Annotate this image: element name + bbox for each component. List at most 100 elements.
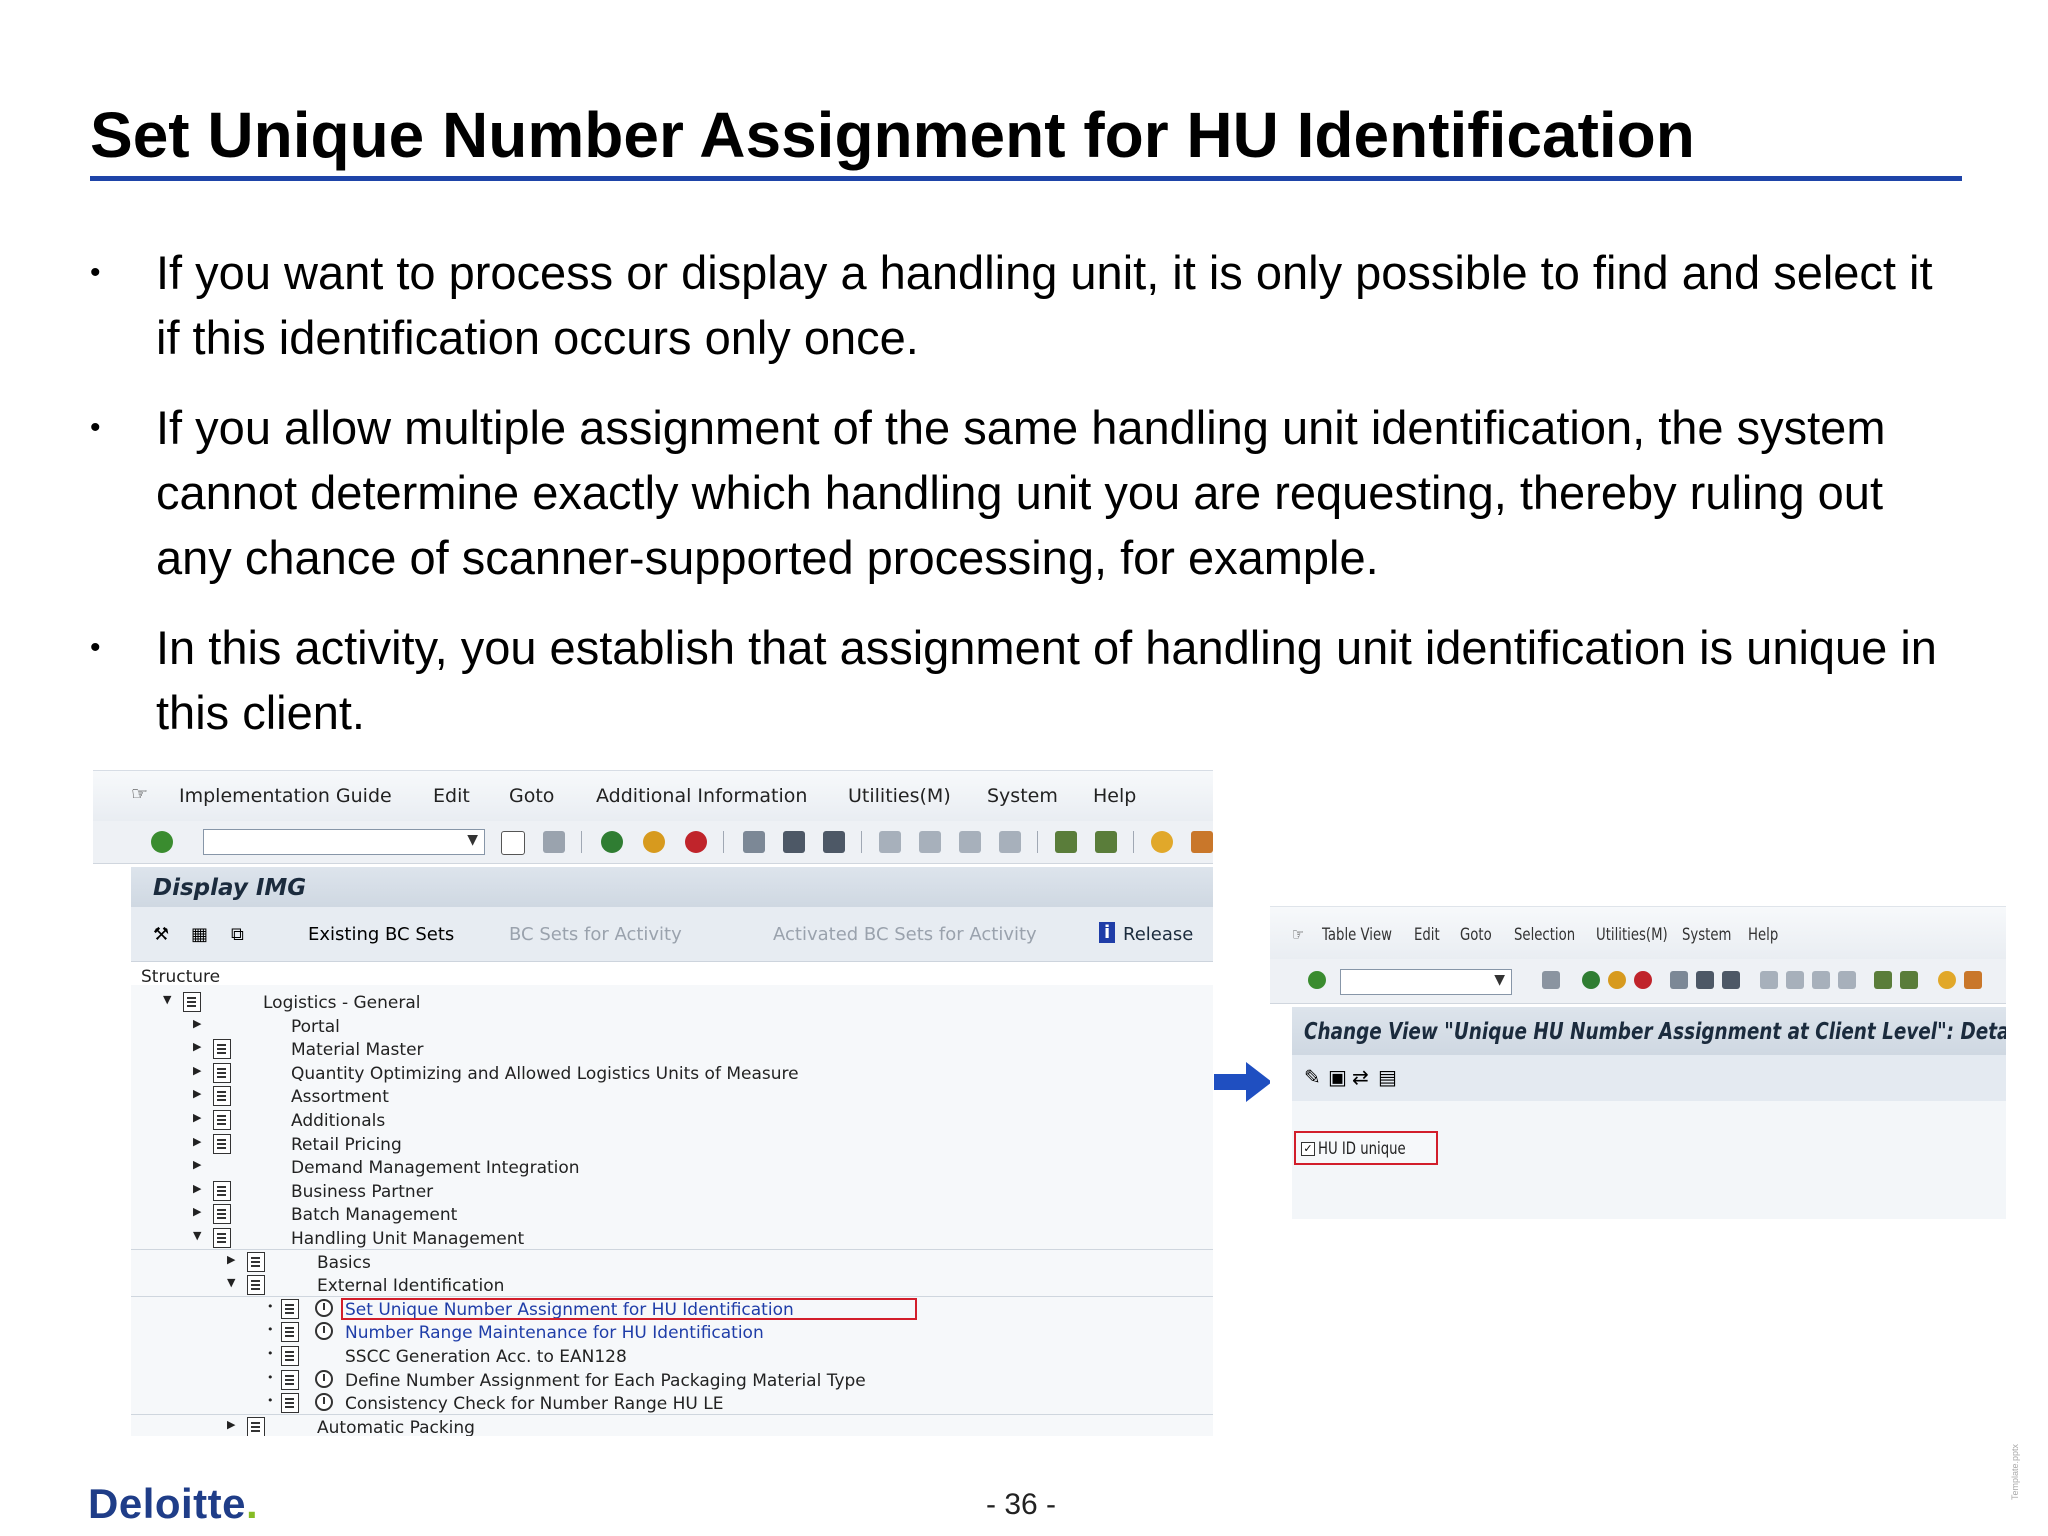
triangle-right-icon[interactable]: ▶: [193, 1205, 201, 1218]
tree-node[interactable]: ▶ Retail Pricing: [131, 1133, 1213, 1156]
execute-clock-icon[interactable]: [315, 1322, 333, 1341]
menu-help[interactable]: Help: [1748, 925, 1778, 945]
bullet-icon[interactable]: •: [267, 1347, 274, 1360]
tree-node[interactable]: ▶ Demand Management Integration: [131, 1156, 1213, 1179]
help-icon[interactable]: [1938, 971, 1956, 989]
menu-icon[interactable]: ☞: [1292, 925, 1304, 945]
find-icon[interactable]: [783, 831, 805, 853]
triangle-right-icon[interactable]: ▶: [193, 1158, 201, 1171]
execute-clock-icon[interactable]: [315, 1298, 333, 1317]
document-icon[interactable]: [247, 1275, 265, 1296]
triangle-down-icon[interactable]: ▼: [193, 1229, 201, 1242]
triangle-down-icon[interactable]: ▼: [163, 993, 171, 1006]
chevron-down-icon[interactable]: ▼: [1494, 972, 1505, 988]
menu-system[interactable]: System: [987, 785, 1058, 807]
document-icon[interactable]: [213, 1086, 231, 1107]
chevron-down-icon[interactable]: ▼: [467, 832, 478, 848]
tree-node[interactable]: ▶ Quantity Optimizing and Allowed Logisti…: [131, 1062, 1213, 1085]
tree-node[interactable]: ▶ Material Master: [131, 1038, 1213, 1061]
tree-node-label[interactable]: Business Partner: [291, 1182, 433, 1202]
print-icon[interactable]: [1670, 971, 1688, 989]
tree-node-label[interactable]: Logistics - General: [263, 993, 420, 1013]
tree-node-label[interactable]: Assortment: [291, 1087, 389, 1107]
menu-table-view[interactable]: Table View: [1322, 925, 1392, 945]
back-icon[interactable]: [601, 831, 623, 853]
menu-additional-information[interactable]: Additional Information: [596, 785, 807, 807]
tree-node-label[interactable]: Define Number Assignment for Each Packag…: [345, 1371, 866, 1391]
bullet-icon[interactable]: •: [267, 1394, 274, 1407]
tree-node[interactable]: ▶ Additionals: [131, 1109, 1213, 1132]
menu-utilities[interactable]: Utilities(M): [1596, 925, 1668, 945]
document-icon[interactable]: [281, 1298, 299, 1319]
notes-icon[interactable]: ⧉: [231, 924, 244, 945]
next-page-icon[interactable]: [1812, 971, 1830, 989]
tree-node-label[interactable]: Number Range Maintenance for HU Identifi…: [345, 1323, 764, 1343]
enter-icon[interactable]: [151, 831, 173, 853]
tree-node[interactable]: ▶ Batch Management: [131, 1203, 1213, 1226]
triangle-right-icon[interactable]: ▶: [193, 1017, 201, 1030]
document-icon[interactable]: [281, 1322, 299, 1343]
find-next-icon[interactable]: [823, 831, 845, 853]
hu-id-unique-checkbox[interactable]: ✓: [1301, 1142, 1315, 1156]
menu-system[interactable]: System: [1682, 925, 1731, 945]
settings-icon[interactable]: ⚒: [153, 924, 169, 945]
activated-bc-sets-button[interactable]: Activated BC Sets for Activity: [773, 924, 1037, 945]
display-change-icon[interactable]: ✎: [1304, 1065, 1321, 1089]
existing-bc-sets-button[interactable]: Existing BC Sets: [308, 924, 454, 945]
print-icon[interactable]: [743, 831, 765, 853]
last-page-icon[interactable]: [1838, 971, 1856, 989]
bullet-icon[interactable]: •: [267, 1323, 274, 1336]
command-field[interactable]: ▼: [203, 829, 485, 855]
tree-node-label[interactable]: Handling Unit Management: [291, 1229, 524, 1249]
tree-node-label[interactable]: Consistency Check for Number Range HU LE: [345, 1394, 724, 1414]
tree-node-label[interactable]: Batch Management: [291, 1205, 457, 1225]
docs-icon[interactable]: ▦: [191, 924, 208, 945]
command-field[interactable]: ▼: [1340, 969, 1512, 995]
find-next-icon[interactable]: [1722, 971, 1740, 989]
save-icon[interactable]: [1542, 971, 1560, 989]
tree-node-label[interactable]: Quantity Optimizing and Allowed Logistic…: [291, 1064, 799, 1084]
first-page-icon[interactable]: [879, 831, 901, 853]
tree-node-label[interactable]: Portal: [291, 1017, 340, 1037]
cancel-icon[interactable]: [1634, 971, 1652, 989]
menu-help[interactable]: Help: [1093, 785, 1136, 807]
create-session-icon[interactable]: [1874, 971, 1892, 989]
triangle-right-icon[interactable]: ▶: [227, 1418, 235, 1431]
shortcut-icon[interactable]: [1095, 831, 1117, 853]
transport-icon[interactable]: ⇄: [1352, 1065, 1369, 1089]
menu-goto[interactable]: Goto: [1460, 925, 1492, 945]
last-page-icon[interactable]: [999, 831, 1021, 853]
execute-clock-icon[interactable]: [315, 1369, 333, 1388]
bc-sets-for-activity-button[interactable]: BC Sets for Activity: [509, 924, 682, 945]
document-icon[interactable]: [247, 1416, 265, 1436]
triangle-right-icon[interactable]: ▶: [227, 1253, 235, 1266]
tree-node[interactable]: • Number Range Maintenance for HU Identif…: [131, 1321, 1213, 1344]
bullet-icon[interactable]: •: [267, 1371, 274, 1384]
help-icon[interactable]: [1151, 831, 1173, 853]
document-icon[interactable]: [213, 1228, 231, 1248]
menu-selection[interactable]: Selection: [1514, 925, 1575, 945]
document-icon[interactable]: [213, 1039, 231, 1060]
previous-page-icon[interactable]: [919, 831, 941, 853]
menu-edit[interactable]: Edit: [433, 785, 470, 807]
find-icon[interactable]: [1696, 971, 1714, 989]
document-icon[interactable]: [213, 1062, 231, 1083]
shortcut-icon[interactable]: [1900, 971, 1918, 989]
layout-icon[interactable]: [1191, 831, 1213, 853]
tree-node[interactable]: ▼ External Identification: [131, 1274, 1213, 1297]
document-icon[interactable]: [281, 1346, 299, 1366]
tree-node[interactable]: ▶ Portal: [131, 1015, 1213, 1038]
tree-node[interactable]: ▶ Assortment: [131, 1085, 1213, 1108]
menu-icon[interactable]: ☞: [131, 783, 148, 805]
menu-goto[interactable]: Goto: [509, 785, 554, 807]
tree-node[interactable]: ▼ Handling Unit Management: [131, 1227, 1213, 1250]
info-icon[interactable]: i: [1099, 922, 1116, 943]
triangle-right-icon[interactable]: ▶: [193, 1111, 201, 1124]
back-icon[interactable]: [1582, 971, 1600, 989]
tree-node-label[interactable]: Basics: [317, 1253, 371, 1273]
document-icon[interactable]: [281, 1393, 299, 1414]
tree-node[interactable]: ▶ Basics: [131, 1251, 1213, 1274]
triangle-right-icon[interactable]: ▶: [193, 1135, 201, 1148]
document-icon[interactable]: [213, 1110, 231, 1130]
tree-node-label[interactable]: Retail Pricing: [291, 1135, 402, 1155]
